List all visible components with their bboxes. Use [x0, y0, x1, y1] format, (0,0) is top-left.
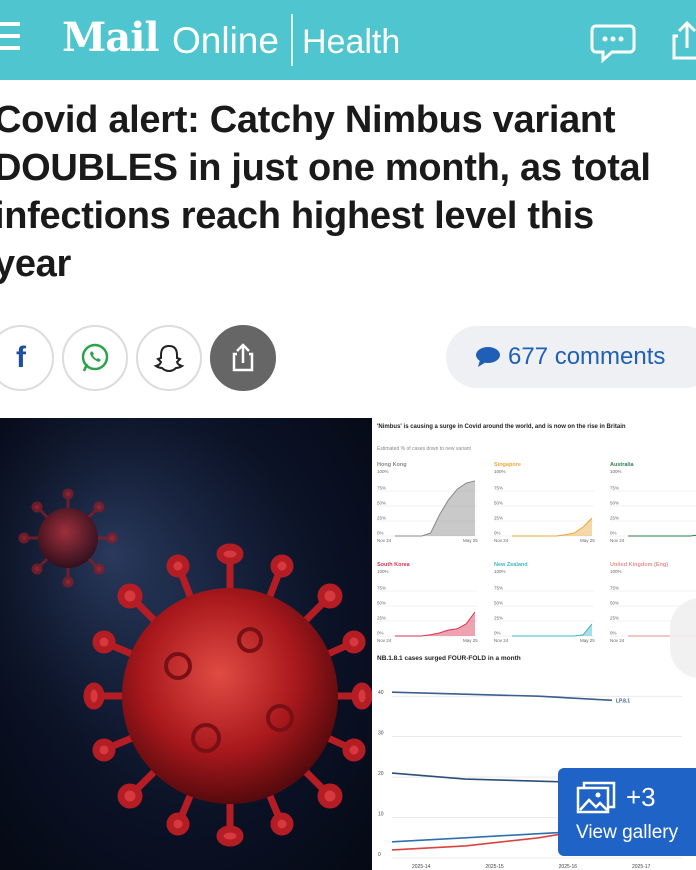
panel-area	[512, 518, 592, 536]
panel-title: United Kingdom (Eng)	[610, 562, 668, 568]
panel-tick-label: 25%	[494, 616, 503, 621]
panel-tick-label: 0%	[377, 531, 384, 536]
article-headline: Covid alert: Catchy Nimbus variant DOUBL…	[0, 96, 696, 288]
panel-tick-label: 75%	[610, 586, 619, 591]
panel-tick-label: 50%	[377, 601, 386, 606]
gallery-photos-icon	[576, 781, 616, 814]
panel-tick-label: 75%	[494, 586, 503, 591]
panel-tick-top: 100%	[610, 469, 622, 474]
top-navigation-bar: Mail Online Health	[0, 0, 696, 80]
panel-line	[628, 534, 696, 537]
panel-x-end: May 25	[463, 538, 478, 543]
panel-tick-label: 0%	[494, 531, 501, 536]
line-chart-y-tick: 20	[378, 771, 384, 777]
comments-count-label: 677 comments	[508, 343, 666, 370]
share-icon[interactable]	[664, 18, 696, 64]
panel-x-start: Nov 24	[610, 638, 625, 643]
panel-tick-top: 100%	[494, 469, 506, 474]
panel-tick-label: 0%	[610, 631, 617, 636]
panel-area	[395, 612, 475, 636]
panel-tick-label: 25%	[377, 616, 386, 621]
panel-tick-top: 100%	[610, 569, 622, 574]
panel-tick-label: 25%	[610, 516, 619, 521]
panel-line	[512, 623, 593, 637]
panel-tick-top: 100%	[494, 569, 506, 574]
headline-line: DOUBLES in just one month, as total	[0, 147, 651, 189]
snapchat-share-button[interactable]	[136, 325, 202, 391]
panel-tick-label: 75%	[377, 486, 386, 491]
line-chart-y-tick: 30	[378, 731, 384, 737]
logo-online[interactable]: Online	[172, 20, 279, 62]
panel-tick-label: 50%	[610, 601, 619, 606]
panel-title: South Korea	[377, 562, 411, 568]
divider	[291, 14, 293, 66]
comments-button[interactable]: 677 comments	[446, 326, 696, 388]
line-chart-y-tick: 10	[378, 812, 384, 818]
gallery-count: +3	[626, 782, 656, 812]
whatsapp-icon	[81, 343, 109, 372]
panel-tick-label: 25%	[610, 616, 619, 621]
line-chart-x-tick: 2025-14	[412, 864, 431, 870]
more-share-button[interactable]	[210, 325, 276, 391]
panel-x-start: Nov 24	[610, 538, 625, 543]
line-chart-y-tick: 0	[378, 852, 381, 858]
panel-x-end: May 25	[580, 638, 595, 643]
hamburger-menu-icon[interactable]	[0, 22, 24, 58]
panel-tick-label: 75%	[494, 486, 503, 491]
panel-tick-top: 100%	[377, 469, 389, 474]
panel-x-start: Nov 24	[377, 638, 392, 643]
panel-area	[395, 480, 475, 536]
panel-tick-label: 75%	[377, 586, 386, 591]
gallery-label: View gallery	[576, 822, 679, 843]
small-virus-shape	[18, 488, 118, 588]
logo-mail[interactable]: Mail	[62, 14, 160, 61]
panel-tick-label: 25%	[494, 516, 503, 521]
facebook-share-button[interactable]: f	[0, 325, 54, 391]
view-gallery-button[interactable]: +3 View gallery	[558, 768, 696, 856]
whatsapp-share-button[interactable]	[62, 325, 128, 391]
panel-tick-label: 0%	[494, 631, 501, 636]
line-chart-series-label: LP.8.1	[616, 698, 630, 704]
panel-x-start: Nov 24	[377, 538, 392, 543]
panel-tick-label: 50%	[610, 501, 619, 506]
virus-illustration-image[interactable]	[0, 418, 372, 870]
panel-tick-label: 25%	[377, 516, 386, 521]
panel-tick-label: 0%	[610, 531, 617, 536]
panel-tick-label: 50%	[377, 501, 386, 506]
section-title[interactable]: Health	[302, 23, 400, 62]
panel-title: Hong Kong	[377, 462, 407, 468]
headline-line: Covid alert: Catchy Nimbus variant	[0, 99, 616, 141]
panel-tick-label: 75%	[610, 486, 619, 491]
panel-title: Australia	[610, 462, 634, 468]
snapchat-icon	[153, 344, 185, 373]
panel-tick-label: 50%	[494, 501, 503, 506]
line-chart-x-tick: 2025-16	[559, 864, 578, 870]
speech-bubble-icon[interactable]	[590, 18, 636, 64]
headline-line: year	[0, 243, 71, 285]
panel-area	[512, 624, 592, 636]
panel-title: New Zealand	[494, 562, 528, 568]
line-chart-y-tick: 40	[378, 690, 384, 696]
panel-x-end: May 25	[463, 638, 478, 643]
panel-x-start: Nov 24	[494, 638, 509, 643]
line-chart-x-tick: 2025-15	[485, 864, 504, 870]
facebook-icon: f	[16, 341, 26, 374]
line-chart-x-tick: 2025-17	[632, 864, 651, 870]
headline-line: infections reach highest level this	[0, 195, 594, 237]
panel-tick-label: 0%	[377, 631, 384, 636]
panel-tick-top: 100%	[377, 569, 389, 574]
line-chart-title: NB.1.8.1 cases surged FOUR-FOLD in a mon…	[377, 655, 521, 662]
panel-title: Singapore	[494, 462, 521, 468]
main-virus-shape	[83, 543, 372, 847]
comment-bubble-icon	[476, 347, 500, 367]
share-icon	[232, 343, 254, 372]
panel-x-start: Nov 24	[494, 538, 509, 543]
panel-tick-label: 50%	[494, 601, 503, 606]
panel-x-end: May 25	[580, 538, 595, 543]
